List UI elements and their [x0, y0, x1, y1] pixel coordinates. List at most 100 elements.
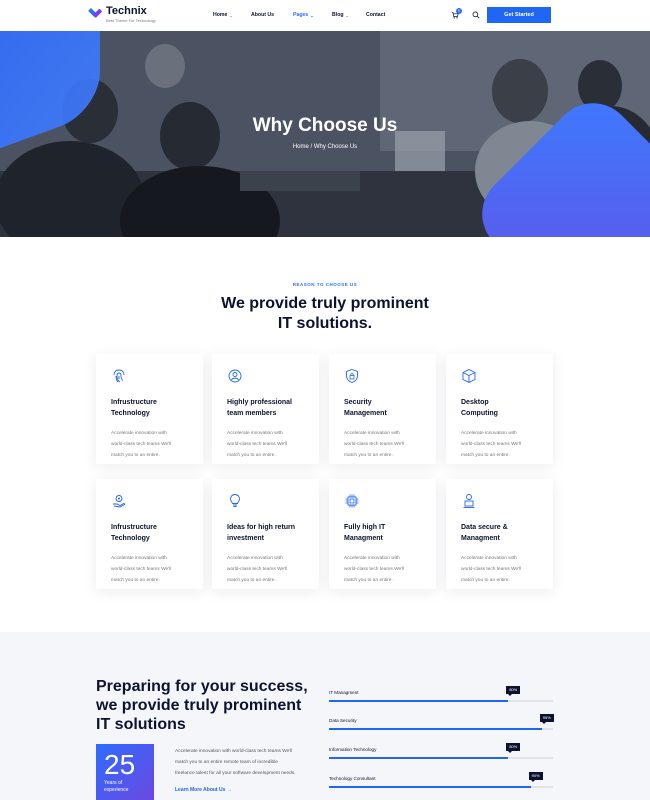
card-title: Infrustructure	[111, 524, 157, 531]
card-desc: Accelerate innovation with	[344, 431, 400, 436]
feature-card[interactable]: Ideas for high return investment Accelera…	[212, 479, 319, 589]
feature-card[interactable]: Fully high IT Managment Accelerate innova…	[329, 479, 436, 589]
card-title: Computing	[461, 410, 498, 417]
card-desc: Accelerate innovation with	[461, 431, 517, 436]
card-desc: Accelerate innovation with	[461, 556, 517, 561]
card-title: Managment	[344, 535, 383, 542]
nav-about[interactable]: About Us	[251, 12, 274, 18]
site-header: Technix Best Theme For Technology Home ⌄ …	[0, 0, 650, 31]
success-title-line: IT solutions	[96, 716, 186, 733]
feature-card[interactable]: Highly professional team members Accelera…	[212, 354, 319, 464]
brand-tagline: Best Theme For Technology	[106, 18, 156, 23]
experience-years: 25	[104, 749, 136, 780]
card-desc: Accelerate innovation with	[227, 431, 283, 436]
card-title: team members	[227, 410, 277, 417]
skill-name: Data Security	[329, 718, 357, 723]
card-desc: match you to an entire.	[227, 578, 276, 583]
skill-fill	[329, 700, 509, 702]
card-desc: world-class tech teams We'll	[111, 567, 172, 572]
section-title-line1: We provide truly prominent	[221, 295, 429, 312]
breadcrumb[interactable]: Home / Why Choose Us	[0, 144, 650, 150]
cube-icon	[462, 368, 476, 384]
learn-more-link[interactable]: Learn More About Us →	[175, 787, 232, 793]
skill-bar: Information Technology 80%	[329, 743, 553, 763]
nav-contact[interactable]: Contact	[366, 12, 385, 18]
skill-track	[329, 700, 553, 702]
card-desc: Accelerate innovation with	[344, 556, 400, 561]
nav-contact-label: Contact	[366, 12, 386, 18]
skill-track	[329, 757, 553, 759]
feature-card[interactable]: Infrustructure Technology Accelerate inno…	[96, 354, 203, 464]
card-desc: world-class tech teams We'll	[227, 442, 288, 447]
card-desc: Accelerate innovation with	[111, 431, 167, 436]
card-title: Managment	[461, 535, 500, 542]
success-text-line: freelance talent for all your software d…	[175, 771, 296, 776]
experience-label: Years of	[104, 780, 123, 786]
page-title: Why Choose Us	[252, 115, 398, 136]
feature-card[interactable]: Infrustructure Technology Accelerate inno…	[96, 479, 203, 589]
nav-blog[interactable]: Blog ⌄	[332, 12, 349, 18]
skill-track	[329, 728, 553, 730]
nav-blog-label: Blog	[332, 12, 344, 18]
team-icon	[228, 369, 242, 383]
card-title: investment	[227, 535, 264, 542]
skill-fill	[329, 786, 531, 788]
card-title: Technology	[111, 410, 150, 417]
card-title: Technology	[111, 535, 150, 542]
skill-name: Information Technology	[329, 747, 377, 752]
card-title: Management	[344, 410, 387, 417]
skill-name: IT Managment	[329, 690, 359, 695]
section-title: We provide truly prominent IT solutions.	[0, 294, 650, 334]
skill-fill	[329, 728, 542, 730]
skill-percent: 95%	[539, 714, 554, 724]
card-title: Desktop	[461, 399, 489, 406]
feature-card[interactable]: Desktop Computing Accelerate innovation w…	[446, 354, 553, 464]
logo-mark-icon	[88, 8, 103, 20]
cart-count-badge: 0	[456, 8, 462, 14]
get-started-button[interactable]: Get Started	[487, 7, 551, 23]
success-title-line: Preparing for your success,	[96, 678, 308, 695]
success-text-line: match you to an entire remote team of in…	[175, 760, 278, 765]
nav-about-label: About Us	[251, 12, 275, 18]
feature-card[interactable]: Data secure & Managment Accelerate innova…	[446, 479, 553, 589]
brand-logo[interactable]: Technix Best Theme For Technology	[88, 6, 156, 24]
card-desc: match you to an entire.	[227, 453, 276, 458]
card-desc: world-class tech teams We'll	[344, 567, 405, 572]
experience-badge: 25 Years of experience	[96, 744, 154, 800]
card-desc: match you to an entire.	[344, 578, 393, 583]
hand-gear-icon	[113, 495, 126, 508]
nav-home-label: Home	[213, 12, 228, 18]
user-laptop-icon	[463, 494, 475, 508]
card-desc: world-class tech teams We'll	[344, 442, 405, 447]
card-desc: match you to an entire.	[461, 578, 510, 583]
card-title: Data secure &	[461, 524, 508, 531]
success-description: Accelerate innovation with world-class t…	[175, 746, 313, 779]
skill-bar: IT Managment 80%	[329, 686, 553, 706]
skill-bar: Technology Consultant 90%	[329, 772, 553, 792]
success-text-line: Accelerate innovation with world-class t…	[175, 749, 293, 754]
fingerprint-icon	[113, 369, 125, 383]
skill-percent: 80%	[506, 743, 521, 753]
chip-icon	[345, 494, 359, 508]
card-title: Highly professional	[227, 399, 292, 406]
card-title: Fully high IT	[344, 524, 386, 531]
success-title-line: we provide truly prominent	[96, 697, 302, 714]
card-desc: world-class tech teams We'll	[111, 442, 172, 447]
experience-label: experience	[104, 787, 129, 793]
nav-home[interactable]: Home ⌄	[213, 12, 233, 18]
feature-card[interactable]: Security Management Accelerate innovation…	[329, 354, 436, 464]
card-desc: match you to an entire.	[344, 453, 393, 458]
skill-fill	[329, 757, 509, 759]
search-icon[interactable]	[472, 11, 480, 19]
section-eyebrow: REASON TO CHOOSE US	[292, 282, 358, 287]
card-title: Security	[344, 399, 372, 406]
skill-name: Technology Consultant	[329, 776, 376, 781]
skill-track	[329, 786, 553, 788]
card-desc: match you to an entire.	[461, 453, 510, 458]
skill-bar: Data Security 95%	[329, 714, 554, 734]
card-desc: Accelerate innovation with	[111, 556, 167, 561]
chevron-down-icon: ⌄	[229, 12, 233, 18]
skill-percent: 90%	[528, 772, 543, 782]
nav-pages[interactable]: Pages ⌄	[293, 12, 314, 18]
card-title: Infrustructure	[111, 399, 157, 406]
